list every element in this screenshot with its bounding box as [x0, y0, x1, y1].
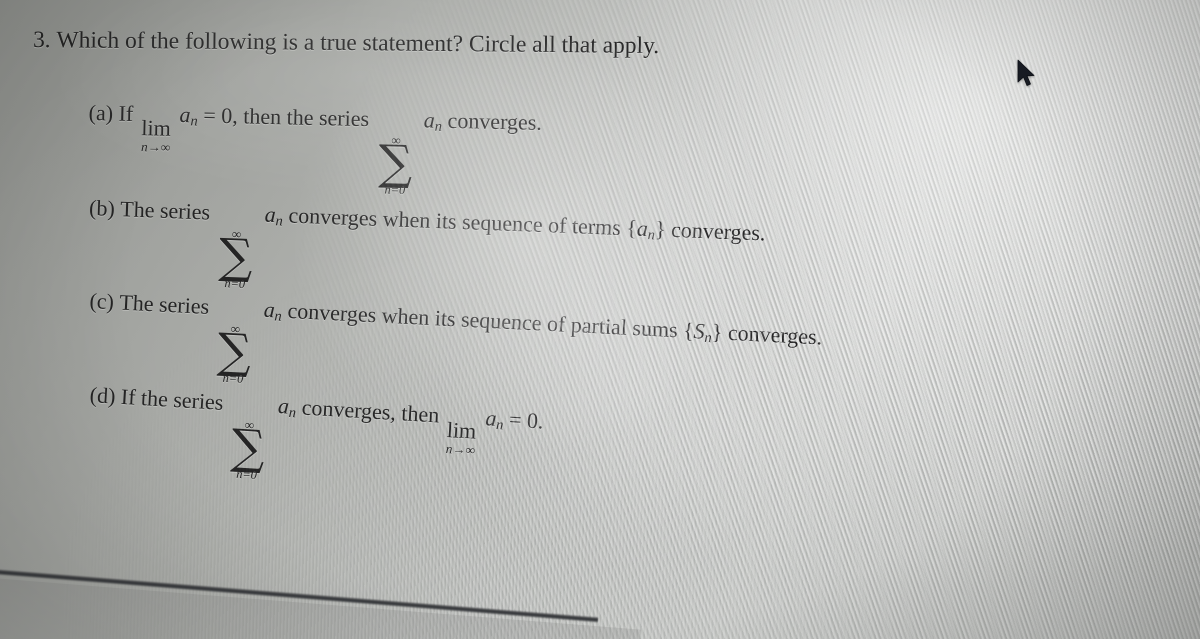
sigma-icon: ∑ — [217, 228, 254, 285]
sigma-icon: ∑ — [378, 135, 413, 191]
summation-lower-limit: n=0 — [224, 275, 246, 291]
limit-operator: lim n→∞ — [445, 416, 477, 458]
summand-variable: a — [423, 107, 436, 133]
summation-lower-limit: n=0 — [235, 466, 258, 482]
option-c-mid-text: converges when its sequence of partial s… — [286, 297, 679, 343]
limit-op-subscript: n→∞ — [445, 440, 476, 458]
question-text: Which of the following is a true stateme… — [56, 27, 660, 60]
summation-operator: ∞ ∑ n=0 — [378, 132, 413, 197]
option-d-pre-text: If the series — [120, 383, 225, 415]
option-c-pre-text: The series — [118, 289, 210, 319]
set-close-brace: } — [711, 319, 724, 345]
option-d-label: (d) — [89, 382, 117, 409]
limit-op-subscript: n→∞ — [140, 138, 171, 155]
option-a[interactable]: (a) If lim n→∞ an = 0, then the series ∞… — [87, 100, 542, 199]
summand-variable-subscript: n — [274, 308, 283, 325]
photographed-screen: 3. Which of the following is a true stat… — [0, 0, 1200, 639]
option-c-label: (c) — [88, 288, 115, 315]
limit-variable-subscript: n — [190, 113, 198, 130]
summation-operator: ∞ ∑ n=0 — [217, 226, 254, 291]
question-number: 3. — [32, 27, 51, 54]
option-b-pre-text: The series — [119, 196, 211, 225]
option-b-post-text: converges. — [670, 216, 766, 246]
summand-variable-subscript: n — [434, 118, 443, 135]
document-body: 3. Which of the following is a true stat… — [0, 0, 1200, 639]
option-c-post-text: converges. — [727, 319, 823, 350]
summation-lower-limit: n=0 — [222, 370, 244, 386]
option-d-mid-text: converges, then — [301, 394, 440, 428]
option-d-post-text: = 0. — [508, 406, 545, 434]
summation-operator: ∞ ∑ n=0 — [229, 417, 267, 482]
limit-variable-subscript: n — [495, 417, 504, 434]
option-b-mid-text: converges when its sequence of terms — [288, 202, 622, 240]
option-d[interactable]: (d) If the series ∞ ∑ n=0 an converges, … — [85, 382, 544, 497]
limit-op-label: lim — [141, 114, 172, 141]
limit-op-label: lim — [446, 416, 477, 444]
sigma-icon: ∑ — [216, 323, 253, 380]
option-a-label: (a) — [88, 100, 114, 126]
option-a-equality: = 0, then the series — [203, 102, 370, 132]
question-heading: 3. Which of the following is a true stat… — [33, 27, 659, 60]
summation-operator: ∞ ∑ n=0 — [216, 321, 253, 386]
limit-operator: lim n→∞ — [140, 114, 172, 155]
mouse-cursor-icon — [1017, 59, 1035, 86]
option-a-pre-text: If — [118, 100, 134, 126]
summand-variable-subscript: n — [288, 404, 297, 422]
option-a-post-text: converges. — [447, 107, 543, 135]
option-b-label: (b) — [88, 195, 116, 221]
limit-variable: a — [179, 101, 191, 128]
sigma-icon: ∑ — [229, 419, 267, 477]
summation-lower-limit: n=0 — [384, 182, 406, 197]
set-close-brace: } — [654, 216, 667, 242]
summand-variable-subscript: n — [275, 213, 284, 230]
